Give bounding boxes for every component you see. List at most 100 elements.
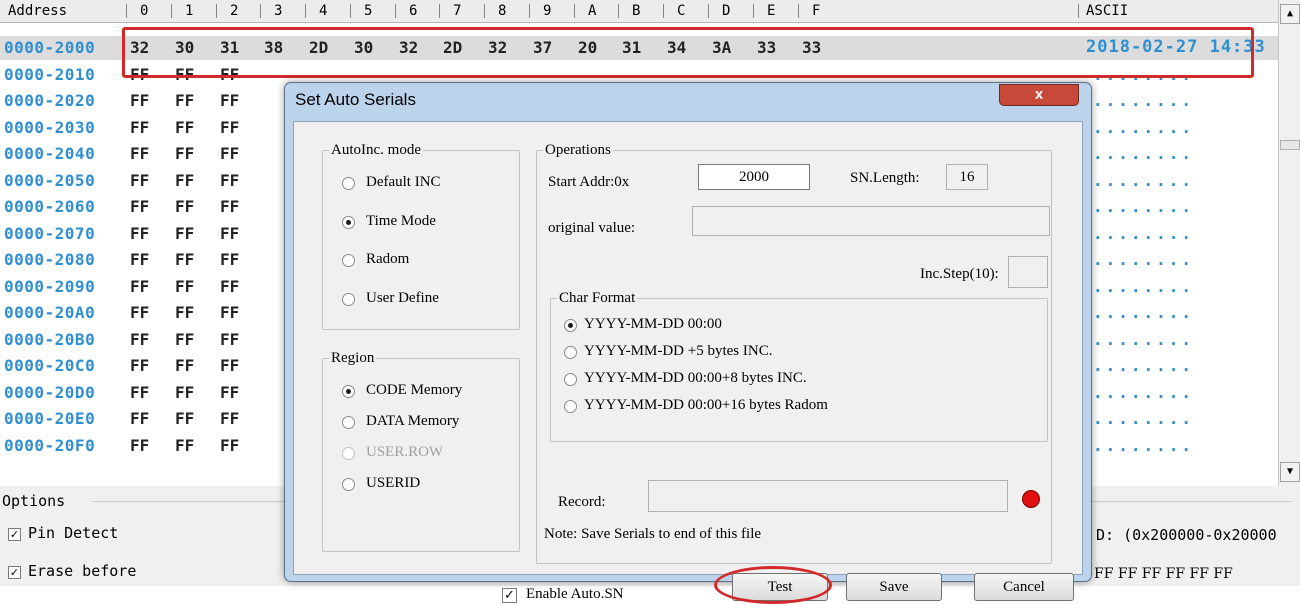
byte-cell[interactable]: FF [130,144,149,163]
start-addr-label: Start Addr:0x [548,174,630,190]
byte-cell[interactable]: FF [175,91,194,110]
record-button-icon[interactable] [1022,490,1040,508]
column-separator [529,4,530,18]
radio-label: YYYY-MM-DD 00:00 [584,316,722,332]
byte-cell[interactable]: FF [130,330,149,349]
radio-default-inc[interactable] [342,177,355,190]
byte-cell[interactable]: FF [130,409,149,428]
byte-cell[interactable]: FF [220,409,239,428]
row-address: 0000-2030 [4,117,96,137]
byte-cell[interactable]: FF [220,356,239,375]
erase-before-checkbox[interactable]: ✓ [8,566,21,579]
byte-cell[interactable]: FF [130,197,149,216]
char-format-legend: Char Format [559,290,636,306]
byte-cell[interactable]: FF [220,330,239,349]
row-ascii-dots: ........ [1093,170,1195,190]
radio-radom[interactable] [342,254,355,267]
column-header-3: 3 [274,3,283,19]
row-address: 0000-20B0 [4,329,96,349]
column-separator [350,4,351,18]
byte-cell[interactable]: FF [130,383,149,402]
byte-cell[interactable]: FF [220,91,239,110]
byte-cell[interactable]: FF [220,383,239,402]
byte-cell[interactable]: FF [175,171,194,190]
column-separator [171,4,172,18]
row-address: 0000-2040 [4,144,96,163]
byte-cell[interactable]: FF [175,118,194,137]
row-ascii-dots: ........ [1093,329,1195,349]
row-address: 0000-2060 [4,197,96,216]
byte-cell[interactable]: FF [130,277,149,296]
sn-length-field[interactable]: 16 [946,164,988,190]
byte-cell[interactable]: FF [220,303,239,322]
byte-cell[interactable]: FF [130,91,149,110]
byte-cell[interactable]: FF [220,436,239,455]
byte-cell[interactable]: FF [130,356,149,375]
byte-cell[interactable]: FF [175,144,194,163]
byte-cell[interactable]: FF [130,436,149,455]
cancel-button[interactable]: Cancel [974,573,1074,601]
column-header-9: 9 [543,3,552,19]
radio-time-mode[interactable] [342,215,355,229]
byte-cell[interactable]: FF [175,224,194,243]
byte-cell[interactable]: FF [175,197,194,216]
save-button[interactable]: Save [846,573,942,601]
scroll-up-button[interactable]: ▲ [1280,4,1300,24]
scroll-down-button[interactable]: ▼ [1280,462,1300,482]
byte-cell[interactable]: FF [175,277,194,296]
record-field[interactable] [648,480,1008,512]
hex-header: Address ASCII 0 1 2 3 4 5 6 7 8 9 A B C D E F [0,0,1278,23]
row-address: 0000-20F0 [4,435,96,455]
column-separator [798,4,799,18]
byte-cell[interactable]: FF [175,303,194,322]
close-button[interactable]: x [999,84,1079,106]
row-ascii-dots: ........ [1093,356,1195,375]
byte-cell[interactable]: FF [130,118,149,137]
radio-yyyy-mm-dd-5-bytes-inc-[interactable] [564,346,577,359]
byte-cell[interactable]: FF [175,436,194,455]
radio-user-define[interactable] [342,292,355,306]
pin-detect-checkbox[interactable]: ✓ [8,528,21,541]
byte-cell[interactable]: FF [220,118,239,137]
scroll-thumb[interactable] [1280,140,1300,150]
row-address: 0000-2070 [4,223,96,243]
byte-cell[interactable]: FF [130,224,149,243]
row-address: 0000-20A0 [4,303,96,322]
column-separator [305,4,306,18]
column-separator [484,4,485,18]
radio-code-memory[interactable] [342,385,355,398]
byte-cell[interactable]: FF [220,224,239,243]
radio-yyyy-mm-dd-00-00-8-bytes-inc-[interactable] [564,373,577,386]
radio-userid[interactable] [342,478,355,491]
byte-cell[interactable]: FF [130,250,149,269]
byte-cell[interactable]: FF [175,330,194,349]
byte-cell[interactable]: FF [130,303,149,322]
byte-cell[interactable]: FF [220,197,239,216]
byte-cell[interactable]: FF [175,409,194,428]
enable-auto-sn-checkbox[interactable]: ✓ [502,588,517,603]
byte-cell[interactable]: FF [220,250,239,269]
radio-label: Radom [366,251,410,267]
vertical-scrollbar[interactable]: ▲ ▼ [1278,0,1300,486]
original-value-field[interactable] [692,206,1050,236]
byte-cell[interactable]: FF [175,383,194,402]
radio-yyyy-mm-dd-00-00-16-bytes-radom[interactable] [564,400,577,413]
byte-cell[interactable]: FF [220,144,239,163]
column-separator [395,4,396,18]
radio-label: USERID [366,475,421,491]
byte-cell[interactable]: FF [175,250,194,269]
byte-cell[interactable]: FF [220,171,239,190]
byte-cell[interactable]: FF [220,277,239,296]
column-separator [1078,4,1079,18]
row-address: 0000-2000 [4,38,96,57]
radio-data-memory[interactable] [342,416,355,429]
radio-yyyy-mm-dd-00-00[interactable] [564,319,577,332]
column-separator [618,4,619,18]
start-addr-input[interactable]: 2000 [698,164,810,190]
column-separator [574,4,575,18]
byte-cell[interactable]: FF [175,356,194,375]
byte-cell[interactable]: FF [130,171,149,190]
inc-step-field[interactable] [1008,256,1048,288]
set-auto-serials-dialog: Set Auto Serials x AutoInc. mode Default… [284,82,1092,604]
row-ascii-dots: ........ [1093,382,1195,402]
